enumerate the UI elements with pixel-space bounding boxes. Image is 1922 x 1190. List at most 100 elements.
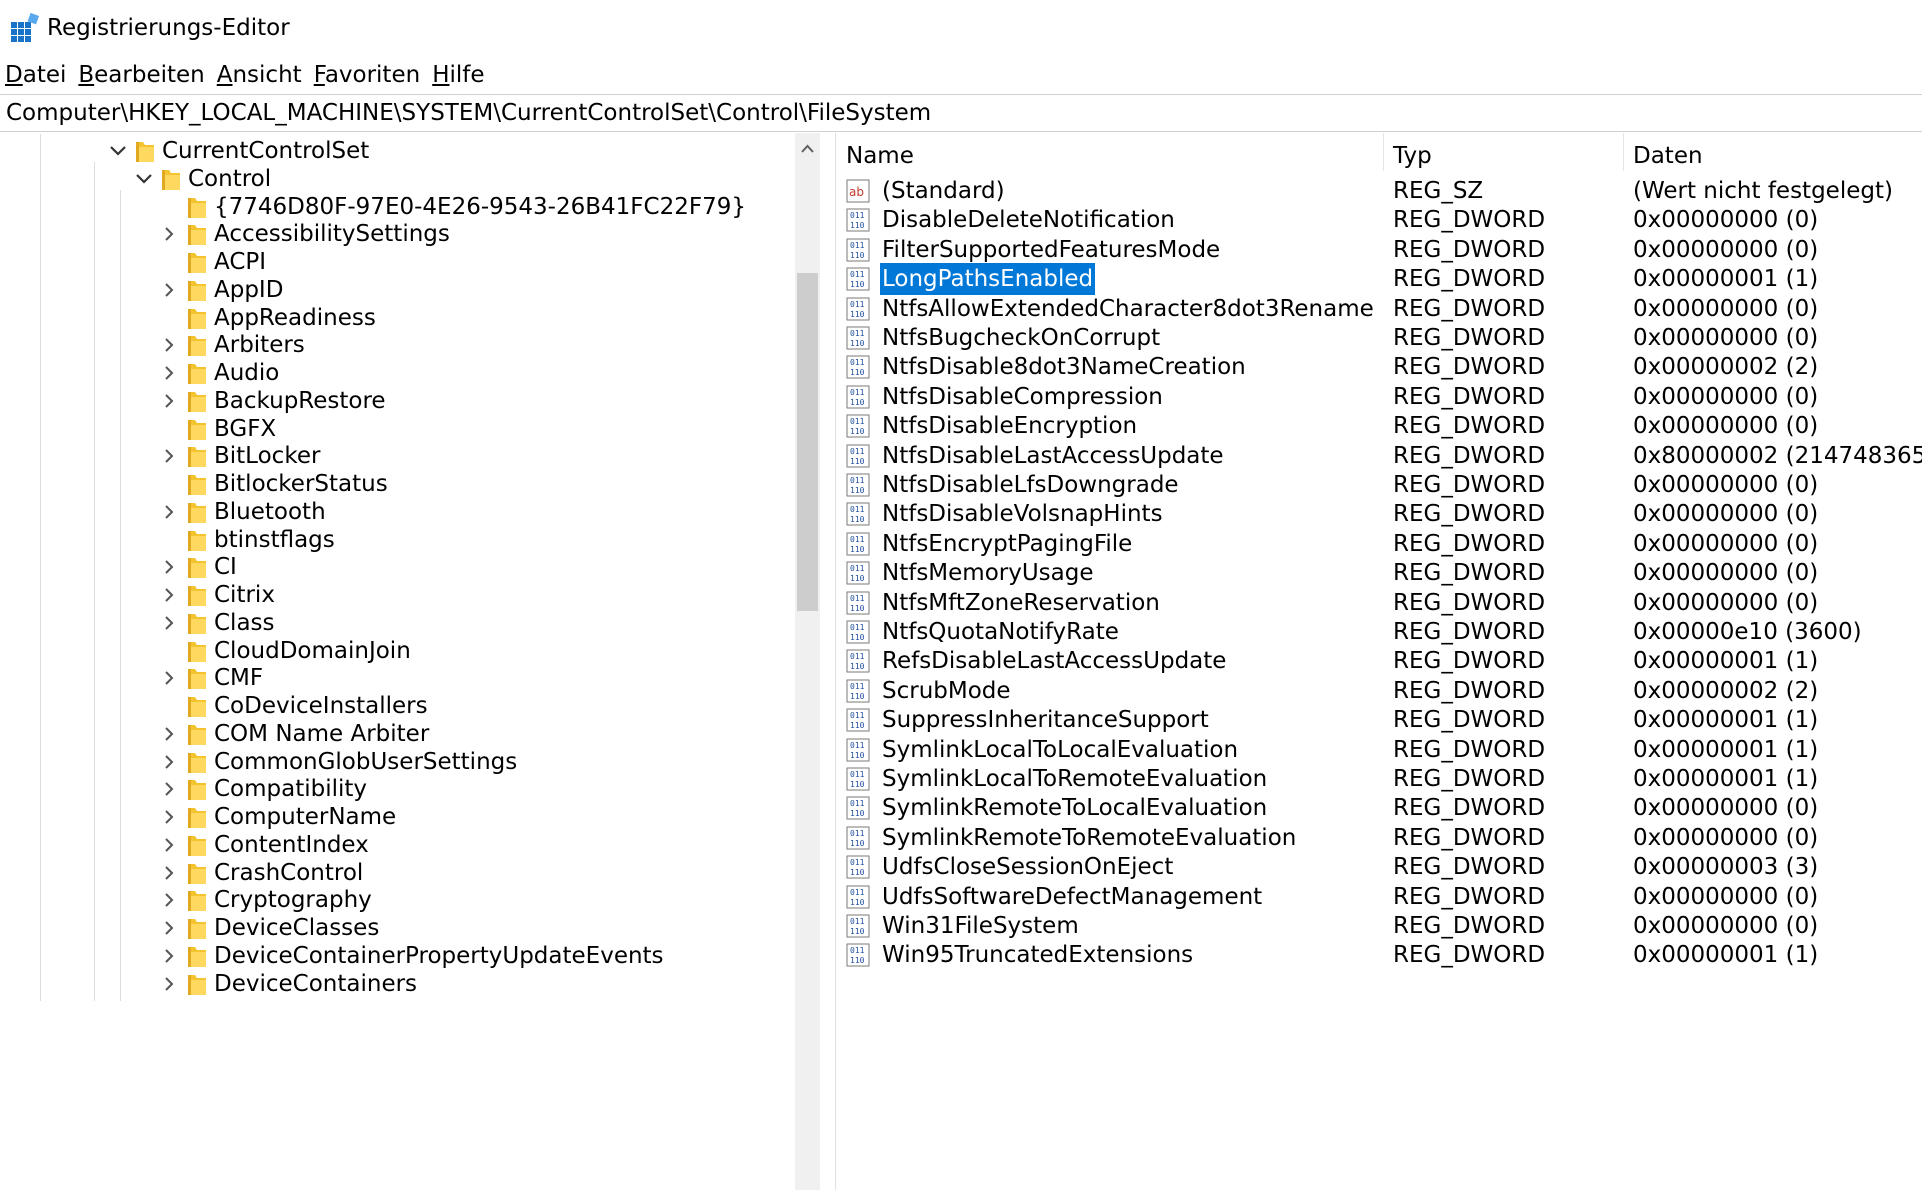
svg-text:110: 110 [850, 368, 865, 377]
tree-scrollbar[interactable] [795, 133, 820, 1190]
svg-text:110: 110 [850, 221, 865, 230]
svg-text:011: 011 [850, 329, 865, 338]
folder-icon [188, 196, 206, 218]
menu-item[interactable]: Hilfe [432, 60, 484, 90]
folder-icon [188, 418, 206, 440]
menu-accelerator: A [216, 62, 233, 88]
column-header-data[interactable]: Daten [1633, 133, 1703, 171]
binary-value-icon: 011 110 [846, 620, 870, 644]
folder-icon [188, 695, 206, 717]
binary-value-icon: 011 110 [846, 561, 870, 585]
svg-text:110: 110 [850, 692, 865, 701]
folder-icon [188, 390, 206, 412]
binary-value-icon: 011 110 [846, 914, 870, 938]
folder-icon [188, 889, 206, 912]
svg-text:011: 011 [850, 358, 865, 367]
binary-value-icon: 011 110 [846, 385, 870, 409]
binary-value-icon: 011 110 [846, 826, 870, 850]
folder-icon [188, 723, 206, 745]
pane-splitter[interactable] [820, 133, 836, 1190]
column-divider[interactable] [1623, 133, 1624, 171]
binary-value-icon: 011 110 [846, 855, 870, 879]
menu-item[interactable]: Bearbeiten [78, 60, 204, 90]
chevron-right-icon[interactable] [160, 967, 178, 1001]
svg-text:110: 110 [850, 310, 865, 319]
folder-icon [188, 362, 206, 384]
window-title: Registrierungs-Editor [47, 15, 290, 41]
menu-accelerator: D [5, 62, 23, 88]
svg-text:110: 110 [850, 457, 865, 466]
folder-icon [188, 501, 206, 523]
svg-text:011: 011 [850, 652, 865, 661]
svg-text:011: 011 [850, 741, 865, 750]
title-bar[interactable]: Registrierungs-Editor [0, 0, 1922, 56]
folder-icon [188, 917, 206, 939]
folder-icon [188, 751, 206, 773]
binary-value-icon: 011 110 [846, 708, 870, 732]
folder-icon [188, 584, 206, 606]
folder-icon [188, 251, 206, 273]
svg-text:110: 110 [850, 486, 865, 495]
svg-text:011: 011 [850, 799, 865, 808]
svg-text:011: 011 [850, 270, 865, 279]
tree-guide-line [120, 966, 121, 1001]
svg-text:110: 110 [850, 574, 865, 583]
values-list-pane[interactable]: Name Typ Daten ab (Standard) REG_SZ (Wert n… [838, 133, 1922, 1190]
svg-text:011: 011 [850, 564, 865, 573]
value-type: REG_DWORD [1393, 942, 1546, 969]
svg-text:110: 110 [850, 339, 865, 348]
folder-icon [188, 223, 206, 246]
folder-icon [188, 473, 206, 495]
binary-value-icon: 011 110 [846, 238, 870, 262]
svg-text:011: 011 [850, 447, 865, 456]
binary-value-icon: 011 110 [846, 796, 870, 820]
binary-value-icon: 011 110 [846, 208, 870, 232]
folder-icon [188, 778, 206, 801]
svg-text:011: 011 [850, 211, 865, 220]
svg-text:011: 011 [850, 535, 865, 544]
menu-item[interactable]: Datei [5, 60, 66, 90]
svg-text:011: 011 [850, 770, 865, 779]
registry-editor-app-icon [11, 13, 40, 42]
address-path[interactable]: Computer\HKEY_LOCAL_MACHINE\SYSTEM\Curre… [6, 97, 931, 129]
folder-icon [188, 612, 206, 634]
svg-text:110: 110 [850, 868, 865, 877]
address-bar[interactable]: Computer\HKEY_LOCAL_MACHINE\SYSTEM\Curre… [0, 94, 1922, 132]
menu-item[interactable]: Ansicht [217, 60, 302, 90]
binary-value-icon: 011 110 [846, 885, 870, 909]
svg-text:011: 011 [850, 417, 865, 426]
svg-text:011: 011 [850, 858, 865, 867]
folder-icon [188, 806, 206, 828]
folder-icon [136, 140, 154, 162]
binary-value-icon: 011 110 [846, 414, 870, 438]
binary-value-icon: 011 110 [846, 502, 870, 526]
svg-text:011: 011 [850, 300, 865, 309]
svg-text:011: 011 [850, 476, 865, 485]
tree-guide-line [40, 966, 41, 1001]
column-divider[interactable] [1383, 133, 1384, 171]
scrollbar-thumb[interactable] [797, 273, 818, 611]
svg-text:011: 011 [850, 388, 865, 397]
tree-pane[interactable]: CurrentControlSet Control {7746D80F-97E0-4… [0, 133, 820, 1190]
value-data: 0x00000001 (1) [1633, 942, 1819, 969]
tree-item[interactable]: DeviceContainers [0, 966, 790, 1001]
menu-item[interactable]: Favoriten [314, 60, 421, 90]
svg-text:011: 011 [850, 917, 865, 926]
menu-label: nsicht [232, 62, 302, 88]
tree-item-label: DeviceContainers [214, 970, 418, 997]
svg-text:ab: ab [849, 185, 864, 199]
column-header-type[interactable]: Typ [1393, 133, 1432, 171]
svg-text:110: 110 [850, 721, 865, 730]
scroll-up-button[interactable] [795, 133, 820, 165]
svg-text:110: 110 [850, 780, 865, 789]
list-item[interactable]: 011 110 Win95TruncatedExtensions REG_DWORD 0… [838, 937, 1922, 973]
svg-text:110: 110 [850, 545, 865, 554]
binary-value-icon: 011 110 [846, 297, 870, 321]
binary-value-icon: 011 110 [846, 767, 870, 791]
folder-icon [188, 640, 206, 662]
svg-text:110: 110 [850, 927, 865, 936]
menu-label: atei [22, 62, 67, 88]
column-header-name[interactable]: Name [846, 133, 914, 171]
svg-text:011: 011 [850, 682, 865, 691]
value-name: Win95TruncatedExtensions [882, 942, 1194, 969]
